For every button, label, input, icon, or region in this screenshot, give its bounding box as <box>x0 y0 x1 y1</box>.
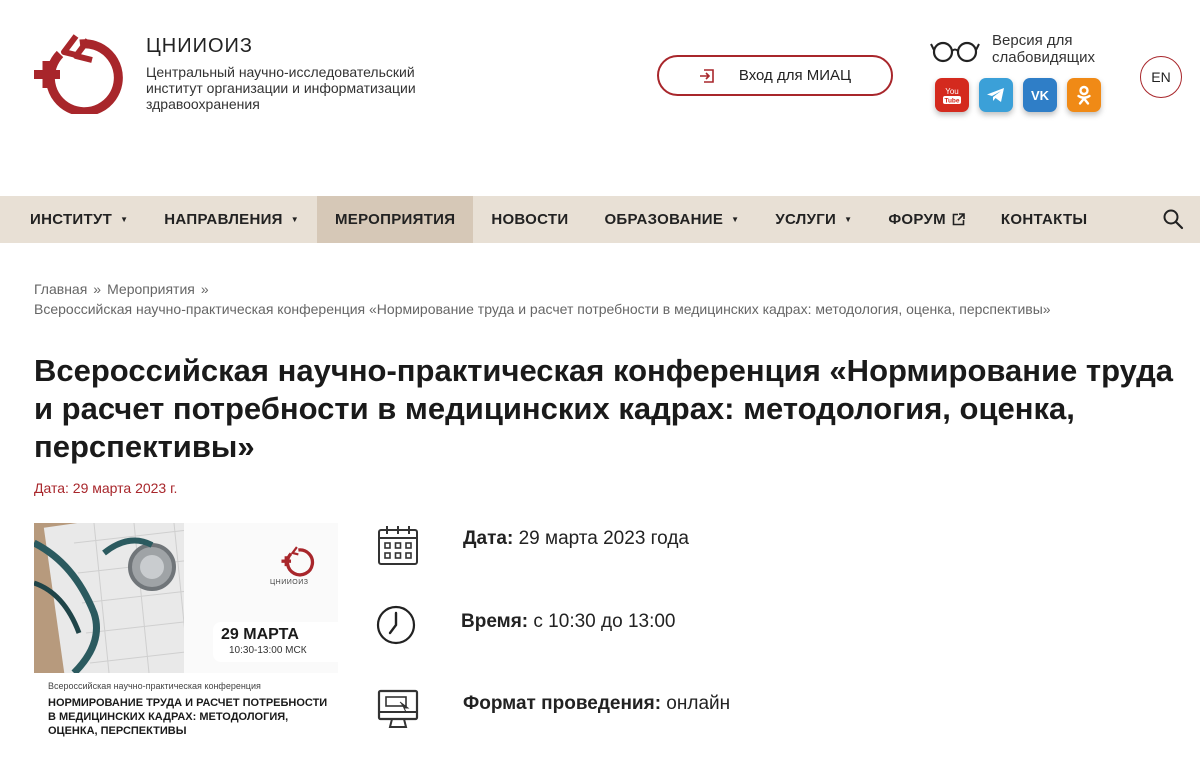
nav-item-institute[interactable]: ИНСТИТУТ ▼ <box>0 196 146 243</box>
banner-conference-title: НОРМИРОВАНИЕ ТРУДА И РАСЧЕТ ПОТРЕБНОСТИ … <box>48 697 328 737</box>
external-link-icon <box>952 213 965 226</box>
caret-down-icon: ▼ <box>731 215 740 224</box>
banner-date: 29 МАРТА <box>221 626 299 643</box>
event-date-value: 29 марта 2023 года <box>518 528 689 549</box>
nav-label: ФОРУМ <box>888 211 946 228</box>
event-date: Дата: 29 марта 2023 года <box>463 528 689 550</box>
event-format: Формат проведения: онлайн <box>463 693 730 715</box>
event-time: Время: с 10:30 до 13:00 <box>461 611 676 633</box>
nav-item-contacts[interactable]: КОНТАКТЫ <box>983 196 1105 243</box>
nav-item-directions[interactable]: НАПРАВЛЕНИЯ ▼ <box>146 196 317 243</box>
caret-down-icon: ▼ <box>120 215 129 224</box>
event-format-value: онлайн <box>666 693 731 714</box>
glasses-icon[interactable] <box>930 38 980 64</box>
nav-label: НОВОСТИ <box>491 211 569 228</box>
caret-down-icon: ▼ <box>290 215 299 224</box>
publication-date: Дата: 29 марта 2023 г. <box>34 480 178 496</box>
svg-text:You: You <box>945 87 959 96</box>
miac-login-label: Вход для МИАЦ <box>738 67 852 84</box>
telegram-link[interactable] <box>979 78 1013 112</box>
login-icon <box>699 68 714 83</box>
telegram-icon <box>987 88 1004 102</box>
cniioiz-logo-small <box>281 546 315 577</box>
breadcrumb-separator: » <box>200 281 209 297</box>
nav-item-services[interactable]: УСЛУГИ ▼ <box>757 196 870 243</box>
event-date-label: Дата: <box>463 528 514 549</box>
clock-icon <box>376 605 416 645</box>
youtube-link[interactable]: You Tube <box>935 78 969 112</box>
breadcrumb-current: Всероссийская научно-практическая конфер… <box>34 301 1051 317</box>
nav-item-events[interactable]: МЕРОПРИЯТИЯ <box>316 196 474 243</box>
vk-link[interactable]: VK <box>1023 78 1057 112</box>
banner-conference-type: Всероссийская научно-практическая конфер… <box>48 681 261 691</box>
caret-down-icon: ▼ <box>844 215 853 224</box>
main-navigation: ИНСТИТУТ ▼ НАПРАВЛЕНИЯ ▼ МЕРОПРИЯТИЯ НОВОС… <box>0 196 1200 243</box>
nav-label: ОБРАЗОВАНИЕ <box>604 211 724 228</box>
vk-icon: VK <box>1031 88 1050 103</box>
odnoklassniki-link[interactable] <box>1067 78 1101 112</box>
nav-label: НАПРАВЛЕНИЯ <box>164 211 283 228</box>
breadcrumb-events[interactable]: Мероприятия <box>107 281 195 297</box>
event-time-value: с 10:30 до 13:00 <box>533 611 676 632</box>
event-format-label: Формат проведения: <box>463 693 662 714</box>
page-title: Всероссийская научно-практическая конфер… <box>34 353 1174 464</box>
nav-label: ИНСТИТУТ <box>30 211 113 228</box>
banner-time: 10:30-13:00 МСК <box>229 645 307 656</box>
nav-label: УСЛУГИ <box>775 211 837 228</box>
nav-label: КОНТАКТЫ <box>1000 211 1088 228</box>
nav-item-forum[interactable]: ФОРУМ <box>870 196 983 243</box>
odnoklassniki-icon <box>1077 85 1091 105</box>
brand-description: Центральный научно-исследовательский инс… <box>146 64 416 112</box>
nav-label: МЕРОПРИЯТИЯ <box>334 211 456 228</box>
banner-brand: ЦНИИОИЗ <box>270 579 309 586</box>
svg-text:Tube: Tube <box>944 98 959 105</box>
youtube-icon: You Tube <box>943 87 961 105</box>
breadcrumb-separator: » <box>93 281 102 297</box>
nav-item-education[interactable]: ОБРАЗОВАНИЕ ▼ <box>586 196 757 243</box>
event-banner-image: ЦНИИОИЗ 29 МАРТА 10:30-13:00 МСК Всеросс… <box>34 523 338 752</box>
event-time-label: Время: <box>461 611 529 632</box>
language-switch-button[interactable]: EN <box>1140 56 1182 98</box>
calendar-icon <box>378 526 418 565</box>
svg-text:VK: VK <box>1031 88 1050 103</box>
breadcrumb: Главная » Мероприятия » Всероссийская научн… <box>34 279 1164 319</box>
miac-login-button[interactable]: Вход для МИАЦ <box>657 55 893 96</box>
online-monitor-icon <box>377 689 419 728</box>
low-vision-version-link[interactable]: Версия для слабовидящих <box>992 32 1112 66</box>
search-icon[interactable] <box>1162 208 1184 230</box>
breadcrumb-home[interactable]: Главная <box>34 281 87 297</box>
nav-item-news[interactable]: НОВОСТИ <box>473 196 586 243</box>
brand-name: ЦНИИОИЗ <box>146 35 253 57</box>
cniioiz-logo[interactable] <box>30 34 128 114</box>
